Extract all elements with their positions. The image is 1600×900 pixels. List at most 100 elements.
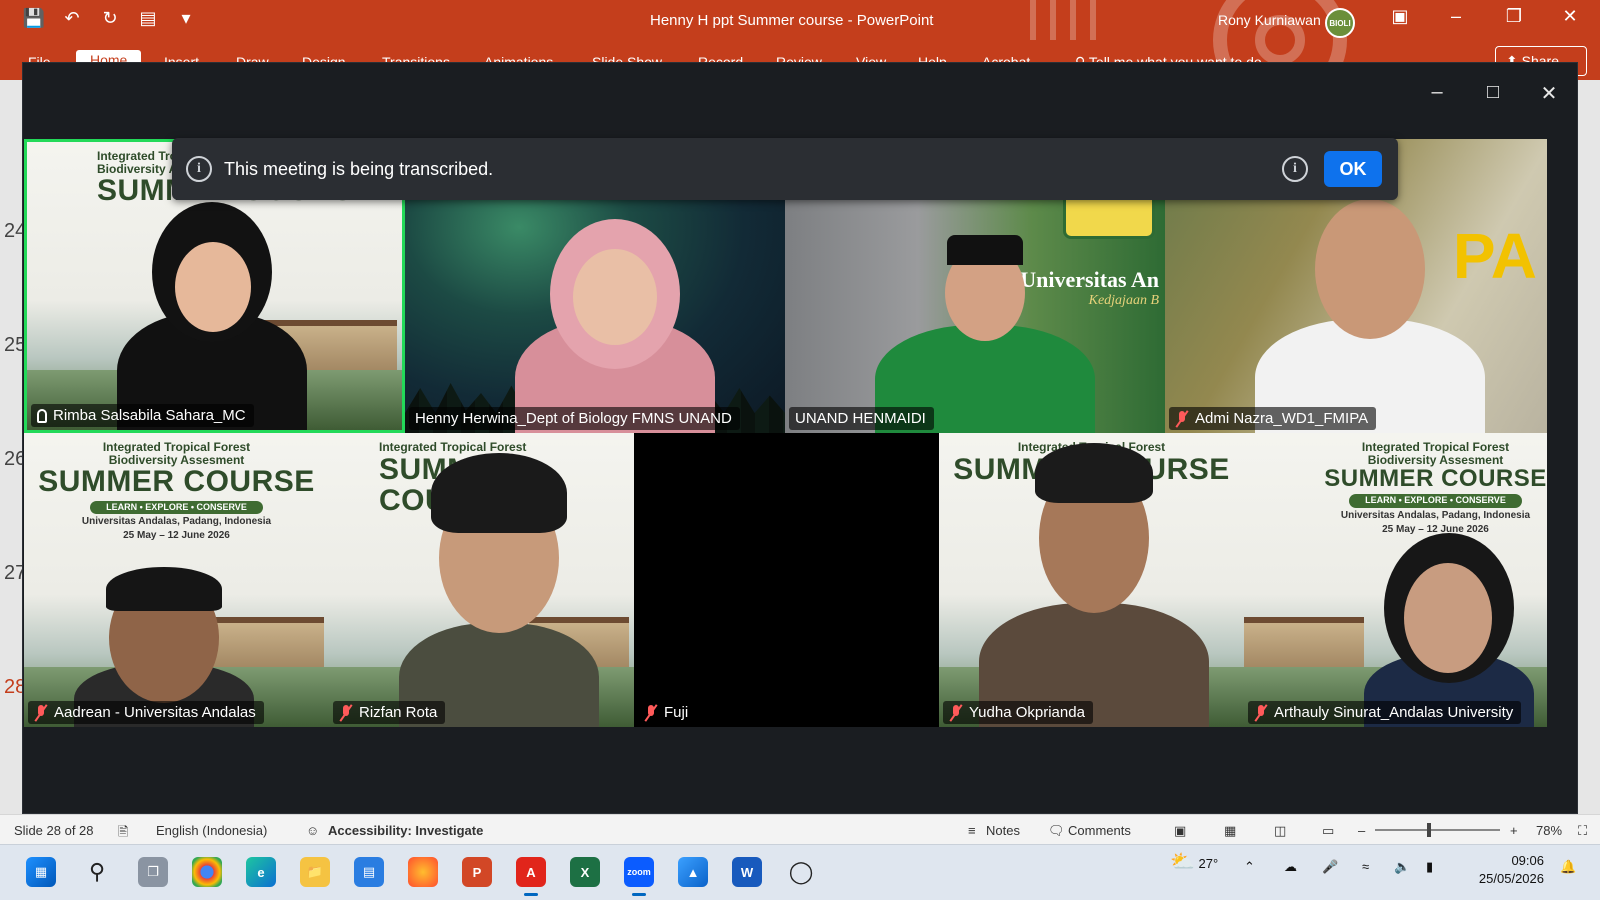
- undo-icon[interactable]: ↶: [60, 8, 84, 29]
- status-bar: Slide 28 of 28 🖹 English (Indonesia) ☺ A…: [0, 814, 1600, 844]
- language-indicator[interactable]: English (Indonesia): [156, 823, 267, 838]
- acrobat-icon[interactable]: A: [516, 857, 546, 896]
- battery-icon[interactable]: ▮: [1426, 859, 1433, 875]
- participant-name: Aadrean - Universitas Andalas: [54, 704, 256, 721]
- person-face: [1315, 199, 1425, 339]
- participant-video: [399, 453, 599, 727]
- store-icon[interactable]: ▤: [354, 857, 384, 887]
- quick-access-toolbar: 💾 ↶ ↻ ▤ ▾: [22, 8, 198, 29]
- present-icon[interactable]: ▤: [136, 8, 160, 29]
- poster-place: Universitas Andalas, Padang, Indonesia: [1340, 510, 1531, 522]
- participant-video: [1255, 199, 1485, 433]
- poster-heading: Integrated Tropical Forest Biodiversity …: [24, 441, 329, 541]
- ribbon-display-icon[interactable]: ▣: [1380, 6, 1420, 27]
- person-face: [175, 242, 251, 332]
- powerpoint-icon[interactable]: P: [462, 857, 492, 887]
- poster-tagline: LEARN • EXPLORE • CONSERVE: [1349, 494, 1522, 508]
- person-hair: [106, 567, 222, 611]
- zoom-in-icon[interactable]: +: [1510, 823, 1518, 838]
- comments-button[interactable]: Comments: [1068, 823, 1131, 838]
- poster-tagline: LEARN • EXPLORE • CONSERVE: [90, 500, 263, 515]
- participant-name-tag: Henny Herwina_Dept of Biology FMNS UNAND: [409, 407, 740, 430]
- search-icon[interactable]: ⚲: [82, 857, 112, 887]
- word-icon[interactable]: W: [732, 857, 762, 887]
- participant-name: UNAND HENMAIDI: [795, 410, 926, 427]
- person-cap: [947, 235, 1023, 265]
- participant-name: Henny Herwina_Dept of Biology FMNS UNAND: [415, 410, 732, 427]
- pin-icon: [37, 408, 47, 423]
- task-view-icon[interactable]: ❐: [138, 857, 168, 887]
- firefox-icon[interactable]: [408, 857, 438, 887]
- user-name[interactable]: Rony Kurniawan: [1218, 12, 1321, 28]
- info-icon: i: [186, 156, 212, 182]
- zoom-out-icon[interactable]: –: [1358, 823, 1365, 838]
- slide-sorter-icon[interactable]: ▦: [1224, 823, 1236, 839]
- minimize-icon[interactable]: –: [1409, 81, 1465, 106]
- muted-mic-icon: [644, 704, 658, 721]
- banner-message: This meeting is being transcribed.: [224, 158, 494, 179]
- person-face: [573, 249, 657, 345]
- accessibility-icon: ☺: [306, 823, 320, 838]
- participant-name: Admi Nazra_WD1_FMIPA: [1195, 410, 1369, 427]
- poster-title: SUMMER COURSE: [38, 465, 315, 499]
- participant-video: [117, 202, 307, 430]
- participant-name-tag: Rizfan Rota: [333, 701, 446, 724]
- video-tile-fuji[interactable]: Fuji: [634, 433, 939, 727]
- zoom-app-icon[interactable]: zoom: [624, 857, 654, 896]
- clock-time[interactable]: 09:06: [1484, 853, 1544, 868]
- video-tile-yudha[interactable]: Integrated Tropical Forest SUMMER COURSE…: [939, 433, 1244, 727]
- wifi-icon[interactable]: ≈: [1362, 859, 1369, 874]
- fit-slide-icon[interactable]: ⛶: [1578, 823, 1587, 839]
- notifications-icon[interactable]: 🔔: [1560, 859, 1576, 875]
- notes-button[interactable]: Notes: [986, 823, 1020, 838]
- poster-line: Integrated Tropical Forest: [379, 440, 527, 454]
- cloud-icon[interactable]: ☁: [1284, 859, 1297, 875]
- temperature: 27°: [1198, 856, 1219, 871]
- zoom-slider[interactable]: [1375, 823, 1500, 837]
- customize-qat-icon[interactable]: ▾: [174, 8, 198, 29]
- participant-name-tag: Yudha Okprianda: [943, 701, 1093, 724]
- comments-icon: 🗨: [1048, 823, 1065, 838]
- muted-mic-icon: [339, 704, 353, 721]
- poster-line: Integrated Tropical Forest: [102, 440, 251, 454]
- microphone-icon[interactable]: 🎤: [1322, 859, 1338, 875]
- chevron-up-icon[interactable]: ⌃: [1244, 859, 1255, 875]
- video-tile-rizfan[interactable]: Integrated Tropical Forest SUMMER COURSE…: [329, 433, 634, 727]
- weather-widget[interactable]: ⛅ 27°: [1170, 849, 1218, 874]
- slide-show-icon[interactable]: ▭: [1322, 823, 1334, 839]
- vertical-scrollbar[interactable]: [1578, 80, 1600, 832]
- minimize-icon[interactable]: –: [1436, 6, 1476, 27]
- zoom-level[interactable]: 78%: [1536, 823, 1562, 838]
- ok-button[interactable]: OK: [1324, 151, 1382, 187]
- slide-counter: Slide 28 of 28: [14, 823, 94, 838]
- participant-name-tag: Arthauly Sinurat_Andalas University: [1248, 701, 1522, 724]
- excel-icon[interactable]: X: [570, 857, 600, 887]
- accessibility-status[interactable]: Accessibility: Investigate: [328, 823, 483, 838]
- app-icon[interactable]: ◯: [786, 857, 816, 887]
- close-icon[interactable]: ✕: [1521, 81, 1577, 106]
- redo-icon[interactable]: ↻: [98, 8, 122, 29]
- spelling-icon[interactable]: 🖹: [118, 823, 128, 845]
- avatar[interactable]: BIOLI: [1325, 8, 1355, 38]
- clock-date[interactable]: 25/05/2026: [1468, 871, 1544, 886]
- close-icon[interactable]: ✕: [1550, 6, 1590, 27]
- file-explorer-icon[interactable]: 📁: [300, 857, 330, 887]
- participant-name: Arthauly Sinurat_Andalas University: [1274, 704, 1514, 721]
- participant-video: [979, 443, 1209, 727]
- participant-name-tag: Admi Nazra_WD1_FMIPA: [1169, 407, 1377, 430]
- participant-name: Fuji: [664, 704, 689, 721]
- video-tile-aadrean[interactable]: Integrated Tropical Forest Biodiversity …: [24, 433, 329, 727]
- chrome-icon[interactable]: [192, 857, 222, 887]
- volume-icon[interactable]: 🔈: [1394, 859, 1410, 875]
- video-tile-arthauly[interactable]: Integrated Tropical Forest Biodiversity …: [1244, 433, 1547, 727]
- poster-dates: 25 May – 12 June 2026: [123, 529, 230, 541]
- photos-icon[interactable]: ▲: [678, 857, 708, 887]
- save-icon[interactable]: 💾: [22, 8, 46, 29]
- start-icon[interactable]: ▦: [26, 857, 56, 887]
- normal-view-icon[interactable]: ▣: [1174, 823, 1186, 839]
- restore-icon[interactable]: ❐: [1494, 6, 1534, 27]
- reading-view-icon[interactable]: ◫: [1274, 823, 1286, 839]
- info-icon[interactable]: i: [1282, 156, 1308, 182]
- edge-icon[interactable]: e: [246, 857, 276, 887]
- maximize-icon[interactable]: □: [1465, 81, 1521, 106]
